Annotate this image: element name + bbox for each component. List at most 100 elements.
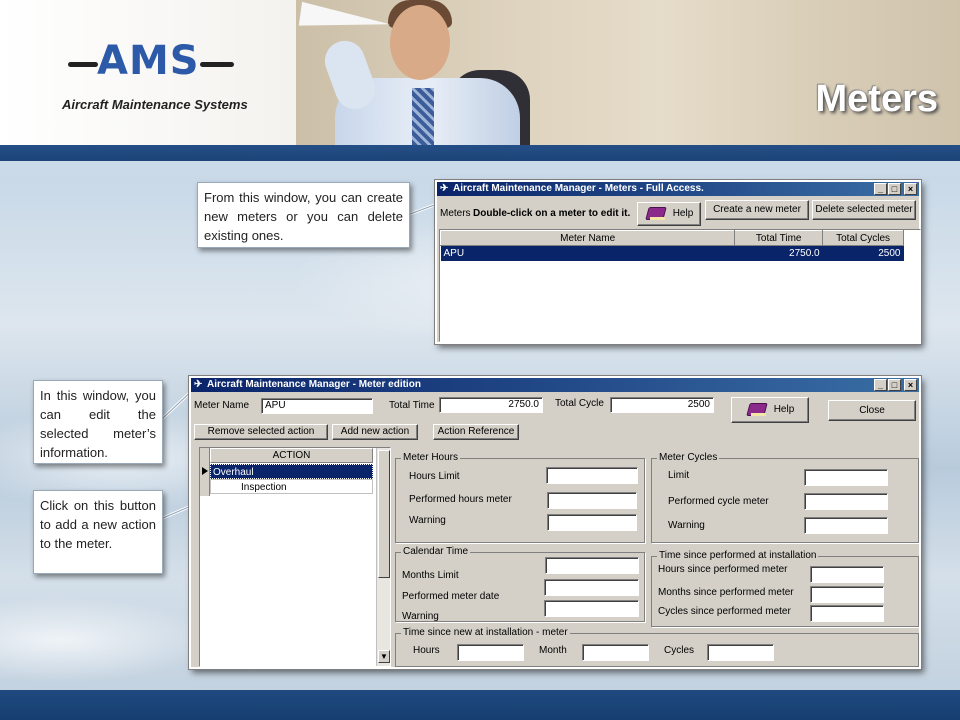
months-limit-label: Months Limit <box>402 570 459 581</box>
performed-hours-input[interactable] <box>547 492 637 509</box>
actions-list: ACTION Overhaul Inspection ▼ <box>199 447 391 667</box>
callout-add-action: Click on this button to add a new action… <box>33 490 163 574</box>
slide-title: Meters <box>815 78 939 120</box>
minimize-button[interactable]: _ <box>874 379 887 391</box>
edit-window-title: Aircraft Maintenance Manager - Meter edi… <box>207 379 421 390</box>
column-header-total-time[interactable]: Total Time <box>734 230 824 246</box>
meters-table-area: Meter Name Total Time Total Cycles APU 2… <box>439 229 921 342</box>
total-cycle-input[interactable]: 2500 <box>610 397 714 413</box>
calendar-time-title: Calendar Time <box>401 546 471 558</box>
since-new-cycles-input[interactable] <box>707 644 774 661</box>
logo-text: AMS <box>97 38 200 84</box>
meter-name-label: Meter Name <box>194 400 250 411</box>
close-window-button[interactable]: × <box>904 183 917 195</box>
cycles-limit-label: Limit <box>668 470 690 481</box>
since-new-hours-label: Hours <box>413 645 440 656</box>
plane-icon: ✈ <box>440 183 449 194</box>
add-action-button[interactable]: Add new action <box>332 424 418 440</box>
meter-hours-title: Meter Hours <box>401 452 461 464</box>
cycles-since-input[interactable] <box>810 605 884 622</box>
total-time-input[interactable]: 2750.0 <box>439 397 543 413</box>
bottom-stripe <box>0 690 960 720</box>
maximize-button[interactable]: □ <box>888 379 901 391</box>
head-image <box>390 5 450 80</box>
meter-name-input[interactable]: APU <box>261 398 373 414</box>
hours-limit-label: Hours Limit <box>409 471 460 482</box>
meter-cycles-title: Meter Cycles <box>657 452 720 464</box>
create-meter-button[interactable]: Create a new meter <box>705 200 809 220</box>
since-new-month-label: Month <box>539 645 567 656</box>
close-window-button[interactable]: × <box>904 379 917 391</box>
calendar-warning-input[interactable] <box>544 600 639 617</box>
row-selector-column <box>200 448 210 496</box>
action-reference-button[interactable]: Action Reference <box>433 424 519 440</box>
hours-since-label: Hours since performed meter <box>658 564 788 575</box>
performed-cycle-input[interactable] <box>804 493 888 510</box>
months-since-label: Months since performed meter <box>658 587 794 598</box>
meters-window: ✈ Aircraft Maintenance Manager - Meters … <box>434 179 922 345</box>
help-book-icon <box>745 401 768 417</box>
total-cycle-label: Total Cycle <box>555 398 604 409</box>
performed-hours-label: Performed hours meter <box>409 494 512 505</box>
logo-subtitle: Aircraft Maintenance Systems <box>62 97 248 112</box>
tie-image <box>412 88 434 145</box>
meter-name-cell[interactable]: APU <box>441 246 735 261</box>
top-stripe <box>0 145 960 161</box>
since-new-title: Time since new at installation - meter <box>401 627 570 639</box>
slide: AMS Aircraft Maintenance Systems Meters … <box>0 0 960 720</box>
scroll-down-arrow-icon[interactable]: ▼ <box>378 650 390 663</box>
edit-window-titlebar: ✈ Aircraft Maintenance Manager - Meter e… <box>191 378 919 392</box>
since-new-month-input[interactable] <box>582 644 649 661</box>
performed-meter-date-label: Performed meter date <box>402 591 500 602</box>
months-since-input[interactable] <box>810 586 884 603</box>
cycles-since-label: Cycles since performed meter <box>658 606 791 617</box>
performed-cycle-label: Performed cycle meter <box>668 496 769 507</box>
since-installation-title: Time since performed at installation <box>657 550 819 562</box>
plane-icon: ✈ <box>194 379 203 390</box>
cycles-limit-input[interactable] <box>804 469 888 486</box>
callout-meters-window: From this window, you can create new met… <box>197 182 410 248</box>
delete-meter-button[interactable]: Delete selected meter <box>812 200 916 220</box>
logo-wing-left-icon <box>68 62 98 67</box>
meters-label: Meters <box>440 208 471 219</box>
cycles-warning-label: Warning <box>668 520 705 531</box>
hours-warning-input[interactable] <box>547 514 637 531</box>
calendar-warning-label: Warning <box>402 611 439 622</box>
help-book-icon <box>644 205 667 221</box>
total-cycles-cell[interactable]: 2500 <box>823 246 904 261</box>
edit-help-button[interactable]: Help <box>731 397 809 423</box>
hours-since-input[interactable] <box>810 566 884 583</box>
meters-table: Meter Name Total Time Total Cycles APU 2… <box>439 230 904 261</box>
meter-edit-window: ✈ Aircraft Maintenance Manager - Meter e… <box>188 375 922 670</box>
minimize-button[interactable]: _ <box>874 183 887 195</box>
months-limit-input[interactable] <box>545 557 639 574</box>
since-new-hours-input[interactable] <box>457 644 524 661</box>
total-time-label: Total Time <box>389 400 435 411</box>
cycles-warning-input[interactable] <box>804 517 888 534</box>
actions-scrollbar[interactable]: ▼ <box>376 448 390 666</box>
since-new-group: Time since new at installation - meter H… <box>395 627 919 667</box>
close-button[interactable]: Close <box>828 400 916 421</box>
meters-help-button[interactable]: Help <box>637 202 701 226</box>
since-installation-group: Time since performed at installation Hou… <box>651 550 919 627</box>
hours-limit-input[interactable] <box>546 467 638 484</box>
calendar-time-group: Calendar Time Months Limit Performed met… <box>395 546 645 622</box>
list-item[interactable]: Overhaul <box>210 464 373 479</box>
performed-meter-date-input[interactable] <box>544 579 639 596</box>
logo: AMS Aircraft Maintenance Systems <box>0 0 296 145</box>
scrollbar-thumb[interactable] <box>378 450 390 578</box>
column-header-meter-name[interactable]: Meter Name <box>439 230 736 246</box>
column-header-total-cycles[interactable]: Total Cycles <box>822 230 904 246</box>
meters-window-titlebar: ✈ Aircraft Maintenance Manager - Meters … <box>437 182 919 196</box>
remove-action-button[interactable]: Remove selected action <box>194 424 328 440</box>
maximize-button[interactable]: □ <box>888 183 901 195</box>
since-new-cycles-label: Cycles <box>664 645 695 656</box>
actions-column-header[interactable]: ACTION <box>210 448 373 463</box>
header-banner: AMS Aircraft Maintenance Systems Meters <box>0 0 960 145</box>
list-item[interactable]: Inspection <box>210 479 373 494</box>
table-row[interactable]: APU 2750.0 2500 <box>440 245 904 261</box>
meter-cycles-group: Meter Cycles Limit Performed cycle meter… <box>651 452 919 543</box>
callout-edit-window: In this window, you can edit the selecte… <box>33 380 163 464</box>
total-time-cell[interactable]: 2750.0 <box>735 246 823 261</box>
meters-hint: Double-click on a meter to edit it. <box>473 208 631 219</box>
